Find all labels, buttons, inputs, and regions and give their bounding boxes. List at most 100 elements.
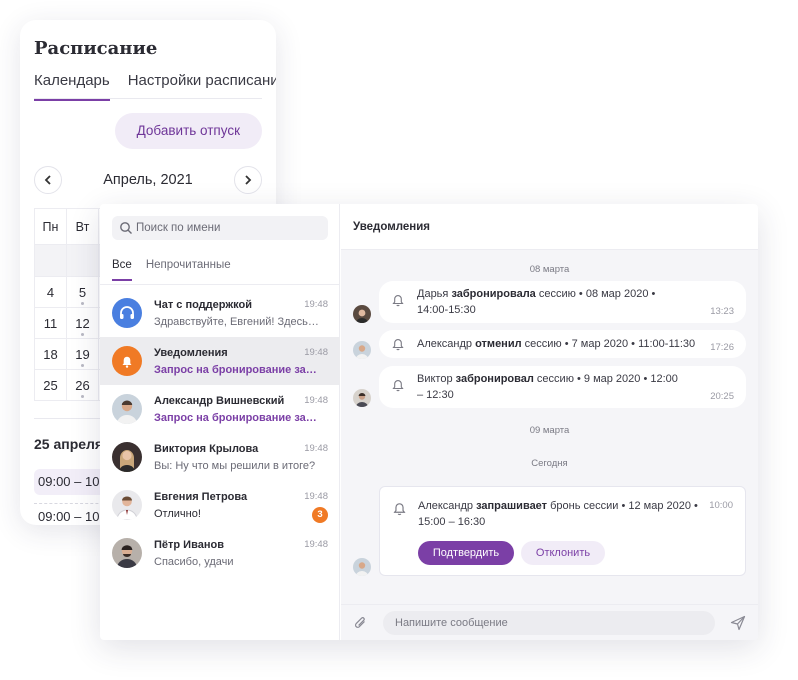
- request-text: Александр запрашивает бронь сессии • 12 …: [418, 498, 698, 530]
- tab-all[interactable]: Все: [112, 259, 132, 281]
- calendar-day[interactable]: 4: [34, 276, 67, 308]
- conversation-list: Чат с поддержкой 19:48 Здравствуйте, Евг…: [100, 289, 340, 577]
- message-text: Виктор забронировал сессию • 9 мар 2020 …: [417, 371, 687, 403]
- date-separator: 08 марта: [529, 264, 570, 275]
- availability-dot: [81, 302, 84, 305]
- conversation-item-notifications[interactable]: Уведомления 19:48 Запрос на бронирование…: [100, 337, 340, 385]
- calendar-day[interactable]: 12: [66, 307, 99, 339]
- message-text: Александр отменил сессию • 7 мар 2020 • …: [417, 336, 707, 352]
- message-input[interactable]: [383, 611, 715, 635]
- next-month-button[interactable]: [234, 166, 262, 194]
- conversation-time: 19:48: [304, 299, 328, 310]
- tab-calendar[interactable]: Календарь: [34, 72, 110, 101]
- calendar-day[interactable]: 26: [66, 369, 99, 401]
- message-time: 13:23: [710, 306, 734, 317]
- search-input[interactable]: [136, 216, 322, 240]
- message-action: забронировал: [455, 373, 534, 385]
- sender-avatar: [353, 341, 371, 359]
- avatar: [112, 538, 142, 568]
- user-photo-icon: [353, 389, 371, 407]
- message-action: запрашивает: [476, 500, 548, 512]
- conversation-item[interactable]: Виктория Крылова 19:48 Вы: Ну что мы реш…: [100, 433, 340, 481]
- booking-request-card: Александр запрашивает бронь сессии • 12 …: [379, 486, 746, 576]
- conversation-time: 19:48: [304, 347, 328, 358]
- message-time: 10:00: [709, 500, 733, 511]
- notification-message: Виктор забронировал сессию • 9 мар 2020 …: [379, 366, 746, 408]
- date-separator: Сегодня: [531, 458, 568, 469]
- user-photo-icon: [353, 305, 371, 323]
- search-icon: [120, 222, 132, 234]
- message-action: отменил: [475, 338, 522, 350]
- notification-message: Александр отменил сессию • 7 мар 2020 • …: [379, 330, 746, 358]
- conversation-name: Чат с поддержкой: [154, 299, 252, 311]
- conversation-item[interactable]: Пётр Иванов 19:48 Спасибо, удачи: [100, 529, 340, 577]
- chevron-right-icon: [245, 175, 252, 185]
- pane-header: Уведомления: [341, 204, 758, 250]
- calendar-day[interactable]: 25: [34, 369, 67, 401]
- decline-button[interactable]: Отклонить: [521, 541, 605, 565]
- weekday-header: Пн: [34, 208, 67, 245]
- notifications-avatar: [112, 346, 142, 376]
- calendar-day[interactable]: 18: [34, 338, 67, 370]
- conversation-preview: Запрос на бронирование занятия: [154, 364, 320, 376]
- conversation-item[interactable]: Евгения Петрова 19:48 Отлично! 3: [100, 481, 340, 529]
- tabs-divider: [100, 284, 339, 285]
- conversation-preview: Отлично!: [154, 508, 201, 520]
- tabs-divider: [34, 98, 262, 99]
- bell-icon: [392, 295, 404, 307]
- user-photo-icon: [112, 394, 142, 424]
- conversation-preview: Здравствуйте, Евгений! Здесь вы можете з…: [154, 316, 320, 328]
- avatar: [112, 490, 142, 520]
- calendar-day-number: 26: [75, 377, 90, 393]
- add-leave-button[interactable]: Добавить отпуск: [114, 113, 262, 149]
- message-action: забронировала: [451, 288, 536, 300]
- conversation-name: Евгения Петрова: [154, 491, 248, 503]
- pane-title: Уведомления: [353, 221, 430, 233]
- message-text-part: Александр: [417, 338, 476, 350]
- conversation-time: 19:48: [304, 491, 328, 502]
- message-text: Дарья забронировала сессию • 08 мар 2020…: [417, 286, 667, 318]
- search-box[interactable]: [112, 216, 328, 240]
- send-icon[interactable]: [730, 615, 746, 631]
- calendar-day[interactable]: 11: [34, 307, 67, 339]
- weekday-header: Вт: [66, 208, 99, 245]
- conversation-item-support[interactable]: Чат с поддержкой 19:48 Здравствуйте, Евг…: [100, 289, 340, 337]
- avatar: [112, 394, 142, 424]
- headset-icon: [120, 306, 134, 319]
- calendar-day-empty: [34, 244, 67, 277]
- message-text-part: Виктор: [417, 373, 456, 385]
- confirm-button[interactable]: Подтвердить: [418, 541, 514, 565]
- bell-icon: [392, 339, 404, 351]
- notification-message: Дарья забронировала сессию • 08 мар 2020…: [379, 281, 746, 323]
- calendar-day-number: 12: [75, 315, 90, 331]
- conversation-name: Уведомления: [154, 347, 228, 359]
- conversation-sidebar: Все Непрочитанные Чат с поддержкой 19:48 …: [100, 204, 340, 640]
- conversation-preview: Вы: Ну что мы решили в итоге?: [154, 460, 316, 472]
- chat-window: Все Непрочитанные Чат с поддержкой 19:48 …: [100, 204, 758, 640]
- calendar-day-number: 19: [75, 346, 90, 362]
- conversation-name: Пётр Иванов: [154, 539, 224, 551]
- schedule-tabs: Календарь Настройки расписания: [34, 72, 276, 101]
- calendar-day-number: 5: [78, 284, 87, 300]
- availability-dot: [81, 395, 84, 398]
- conversation-item[interactable]: Александр Вишневский 19:48 Запрос на бро…: [100, 385, 340, 433]
- paperclip-icon[interactable]: [353, 615, 369, 631]
- date-separator: 09 марта: [529, 425, 570, 436]
- user-photo-icon: [353, 341, 371, 359]
- user-photo-icon: [112, 538, 142, 568]
- conversation-time: 19:48: [304, 443, 328, 454]
- calendar-day-empty: [66, 244, 99, 277]
- sender-avatar: [353, 389, 371, 407]
- calendar-day[interactable]: 5: [66, 276, 99, 308]
- tab-schedule-settings[interactable]: Настройки расписания: [128, 72, 276, 99]
- calendar-day[interactable]: 19: [66, 338, 99, 370]
- message-time: 20:25: [710, 391, 734, 402]
- tab-unread[interactable]: Непрочитанные: [146, 259, 231, 279]
- selected-day-label: 25 апреля: [34, 436, 104, 452]
- message-composer: [341, 604, 758, 640]
- user-photo-icon: [112, 442, 142, 472]
- message-text-part: сессию • 7 мар 2020 • 11:00-11:30: [521, 338, 696, 350]
- month-label: Апрель, 2021: [103, 172, 193, 188]
- sender-avatar: [353, 558, 371, 576]
- schedule-title: Расписание: [34, 38, 158, 59]
